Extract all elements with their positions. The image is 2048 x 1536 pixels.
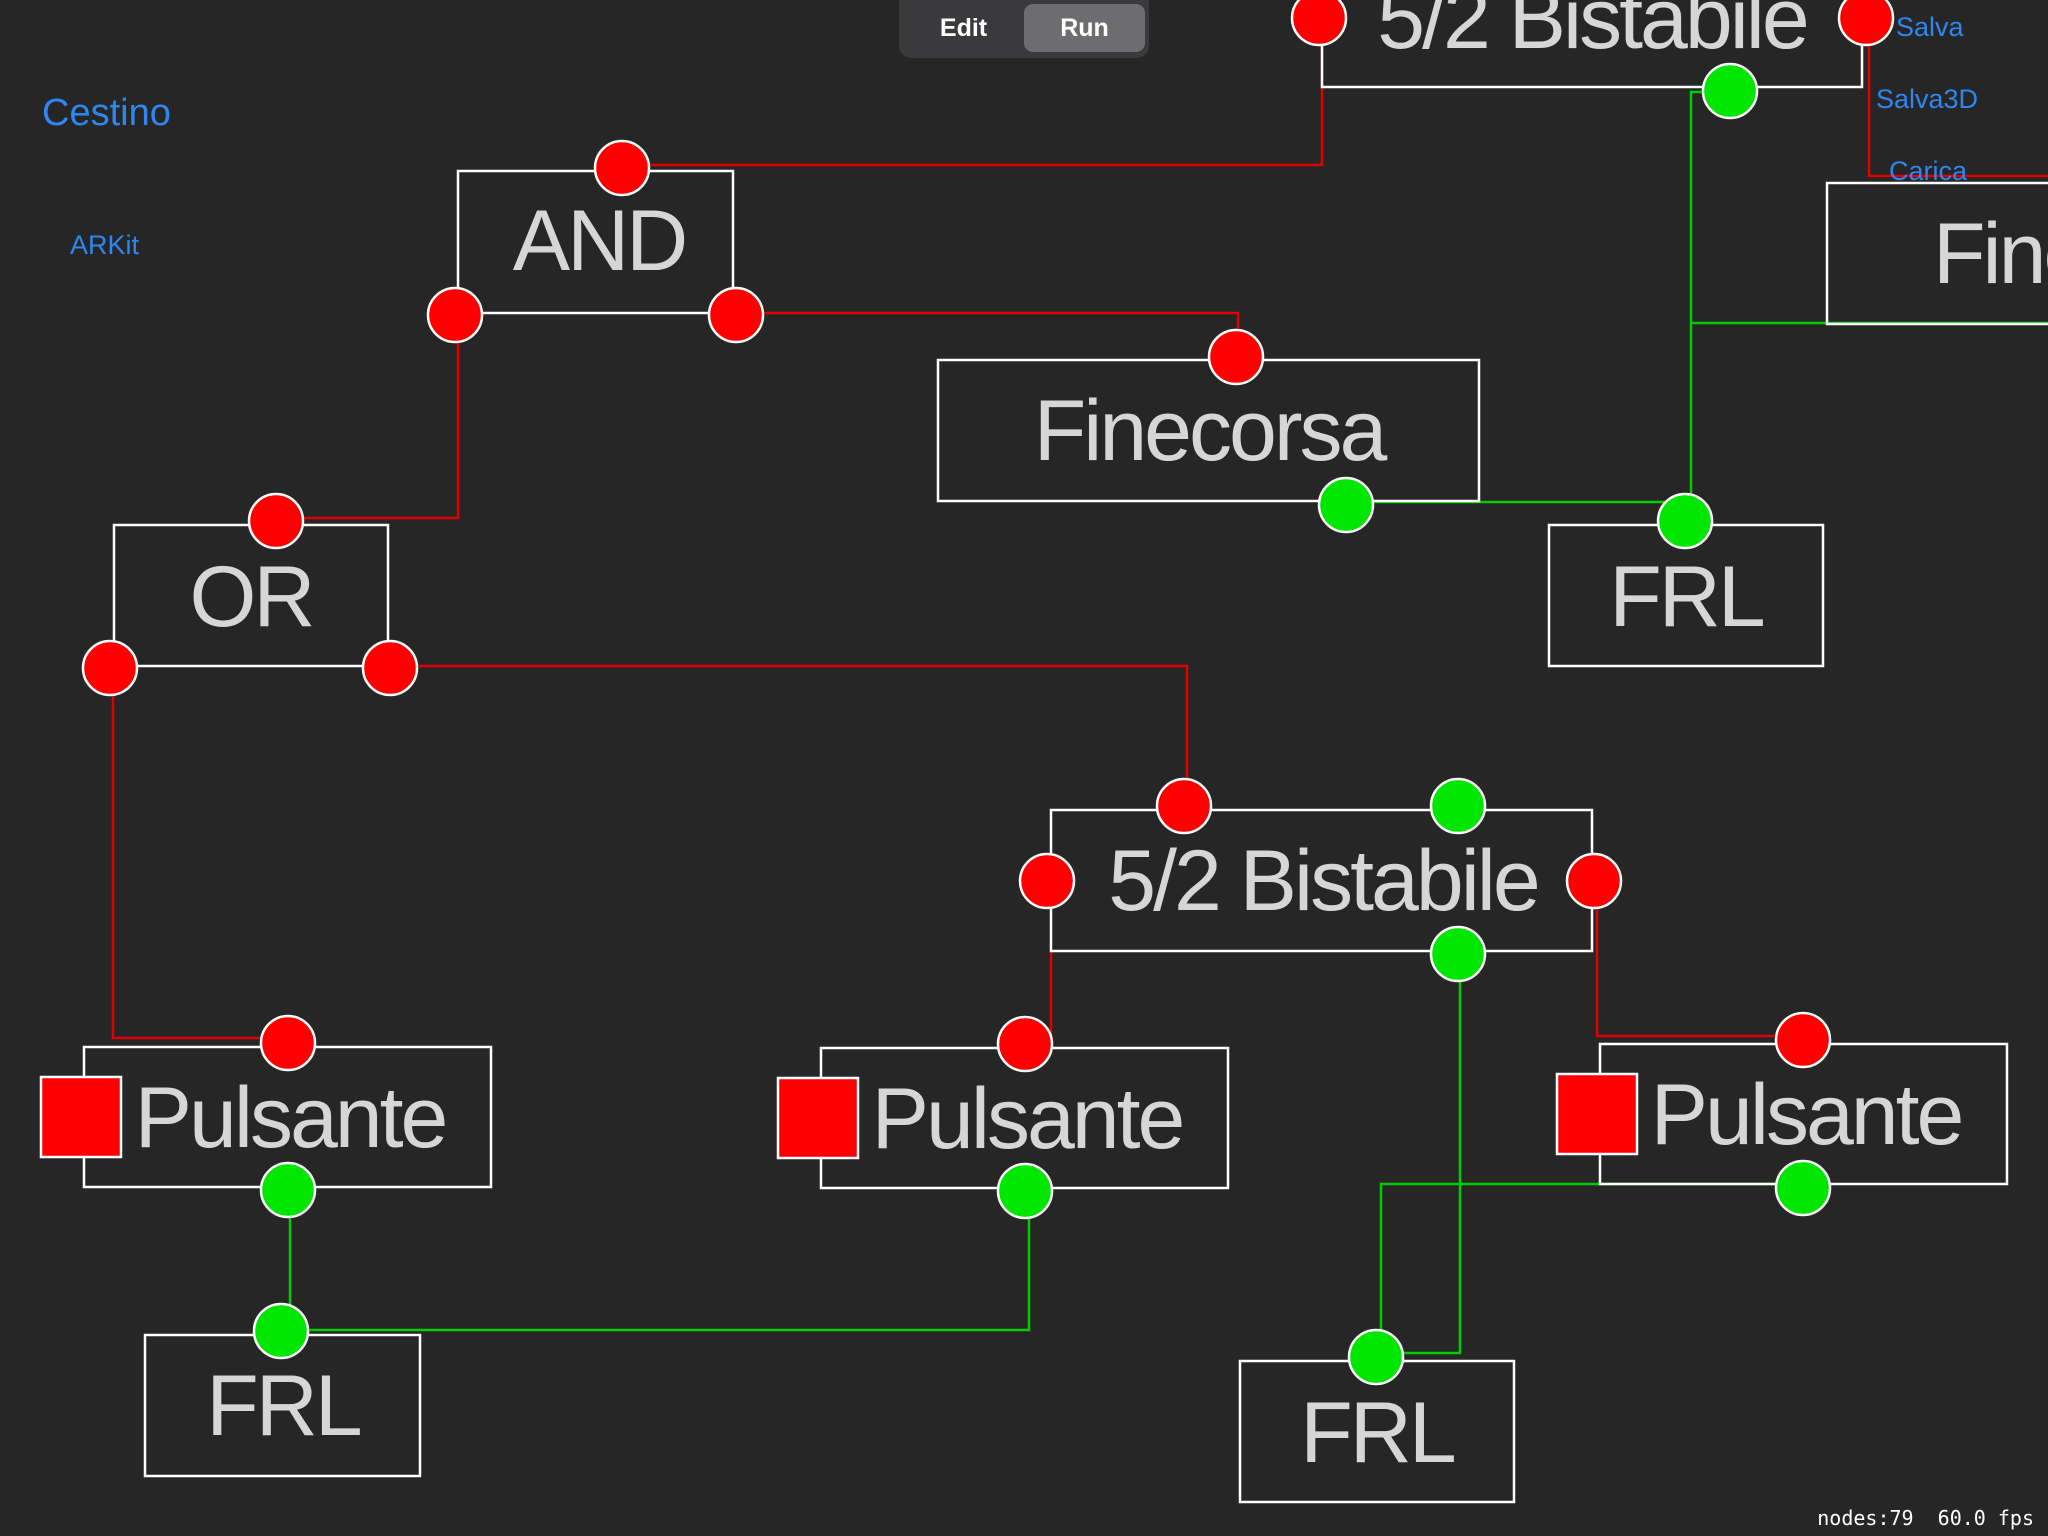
wire-bistabile-middle-to-pulsante-right [1595, 882, 1803, 1038]
port-right[interactable] [1565, 852, 1623, 910]
node-label: FRL [1300, 1385, 1454, 1481]
push-button-square[interactable] [39, 1075, 123, 1159]
node-and[interactable]: AND [426, 139, 765, 344]
port-right[interactable] [1837, 0, 1895, 47]
port-top[interactable] [252, 1302, 310, 1360]
wire-pulsante-right-to-frl [1379, 1182, 1802, 1355]
port-top[interactable] [247, 492, 305, 550]
wire-and-to-finecorsa [736, 311, 1240, 357]
wire-and-to-or [276, 315, 460, 520]
port-bottom[interactable] [996, 1162, 1054, 1220]
node-label: Pulsante [872, 1071, 1183, 1167]
port-top[interactable] [259, 1014, 317, 1072]
trash-button[interactable]: Cestino [42, 92, 171, 135]
port-bottom-left[interactable] [426, 286, 484, 344]
node-bistabile-top[interactable]: 5/2 Bistabile [1290, 0, 1895, 120]
port-bottom[interactable] [1429, 925, 1487, 983]
port-top[interactable] [1347, 1328, 1405, 1386]
node-label: FRL [1609, 549, 1763, 645]
circuit-diagram[interactable]: 5/2 Bistabile AND Finecorsa Finecorsa OR… [0, 0, 2048, 1536]
port-left[interactable] [1018, 852, 1076, 910]
wire-bistabile-middle-to-frl [1385, 955, 1462, 1355]
port-bottom[interactable] [259, 1161, 317, 1219]
mode-segmented-control[interactable]: Edit Run [899, 0, 1149, 58]
fps-counter: 60.0 fps [1937, 1506, 2034, 1530]
port-bottom-right[interactable] [707, 286, 765, 344]
render-stats: nodes:79 60.0 fps [1811, 1504, 2040, 1532]
circuit-canvas[interactable]: 5/2 Bistabile AND Finecorsa Finecorsa OR… [0, 0, 2048, 1536]
node-label: OR [190, 549, 313, 645]
arkit-button[interactable]: ARKit [70, 230, 139, 261]
node-pulsante-center[interactable]: Pulsante [776, 1015, 1230, 1220]
wire-pulsante-center-to-frl [283, 1192, 1031, 1332]
node-label: Pulsante [1651, 1067, 1962, 1163]
run-mode-button[interactable]: Run [1024, 4, 1145, 52]
node-frl-top-right[interactable]: FRL [1547, 492, 1825, 668]
node-finecorsa-center[interactable]: Finecorsa [936, 328, 1481, 534]
node-bistabile-middle[interactable]: 5/2 Bistabile [1018, 777, 1623, 983]
save-3d-button[interactable]: Salva3D [1876, 84, 1978, 115]
node-frl-bottom-center[interactable]: FRL [1238, 1328, 1516, 1504]
port-top[interactable] [1774, 1011, 1832, 1069]
port-top[interactable] [996, 1015, 1054, 1073]
node-pulsante-left[interactable]: Pulsante [39, 1014, 493, 1219]
node-label: Finecorsa [1034, 383, 1388, 479]
wire-or-to-bistabile-middle [390, 664, 1189, 806]
node-label: 5/2 Bistabile [1108, 833, 1538, 929]
port-top[interactable] [593, 139, 651, 197]
node-label: FRL [206, 1358, 360, 1454]
node-label: Finecorsa [1933, 206, 2048, 302]
port-top[interactable] [1656, 492, 1714, 550]
node-pulsante-right[interactable]: Pulsante [1555, 1011, 2009, 1217]
push-button-square[interactable] [776, 1076, 860, 1160]
port-top[interactable] [1207, 328, 1265, 386]
port-bottom[interactable] [1774, 1159, 1832, 1217]
load-button[interactable]: Carica [1889, 156, 1967, 187]
push-button-square[interactable] [1555, 1072, 1639, 1156]
port-bottom-right[interactable] [361, 639, 419, 697]
wire-or-to-pulsante-left [111, 668, 288, 1040]
node-label: Pulsante [135, 1070, 446, 1166]
port-top-right[interactable] [1429, 777, 1487, 835]
port-top-left[interactable] [1155, 777, 1213, 835]
node-count: nodes:79 [1817, 1506, 1914, 1530]
node-or[interactable]: OR [81, 492, 419, 697]
wire-bistabile-top-to-frl [1689, 90, 1730, 520]
node-finecorsa-right[interactable]: Finecorsa [1825, 181, 2048, 326]
node-label: 5/2 Bistabile [1377, 0, 1807, 67]
port-bottom[interactable] [1701, 62, 1759, 120]
port-bottom[interactable] [1317, 476, 1375, 534]
port-left[interactable] [1290, 0, 1348, 47]
save-button[interactable]: Salva [1896, 12, 1964, 43]
port-bottom-left[interactable] [81, 639, 139, 697]
node-label: AND [513, 193, 686, 289]
edit-mode-button[interactable]: Edit [903, 4, 1024, 52]
